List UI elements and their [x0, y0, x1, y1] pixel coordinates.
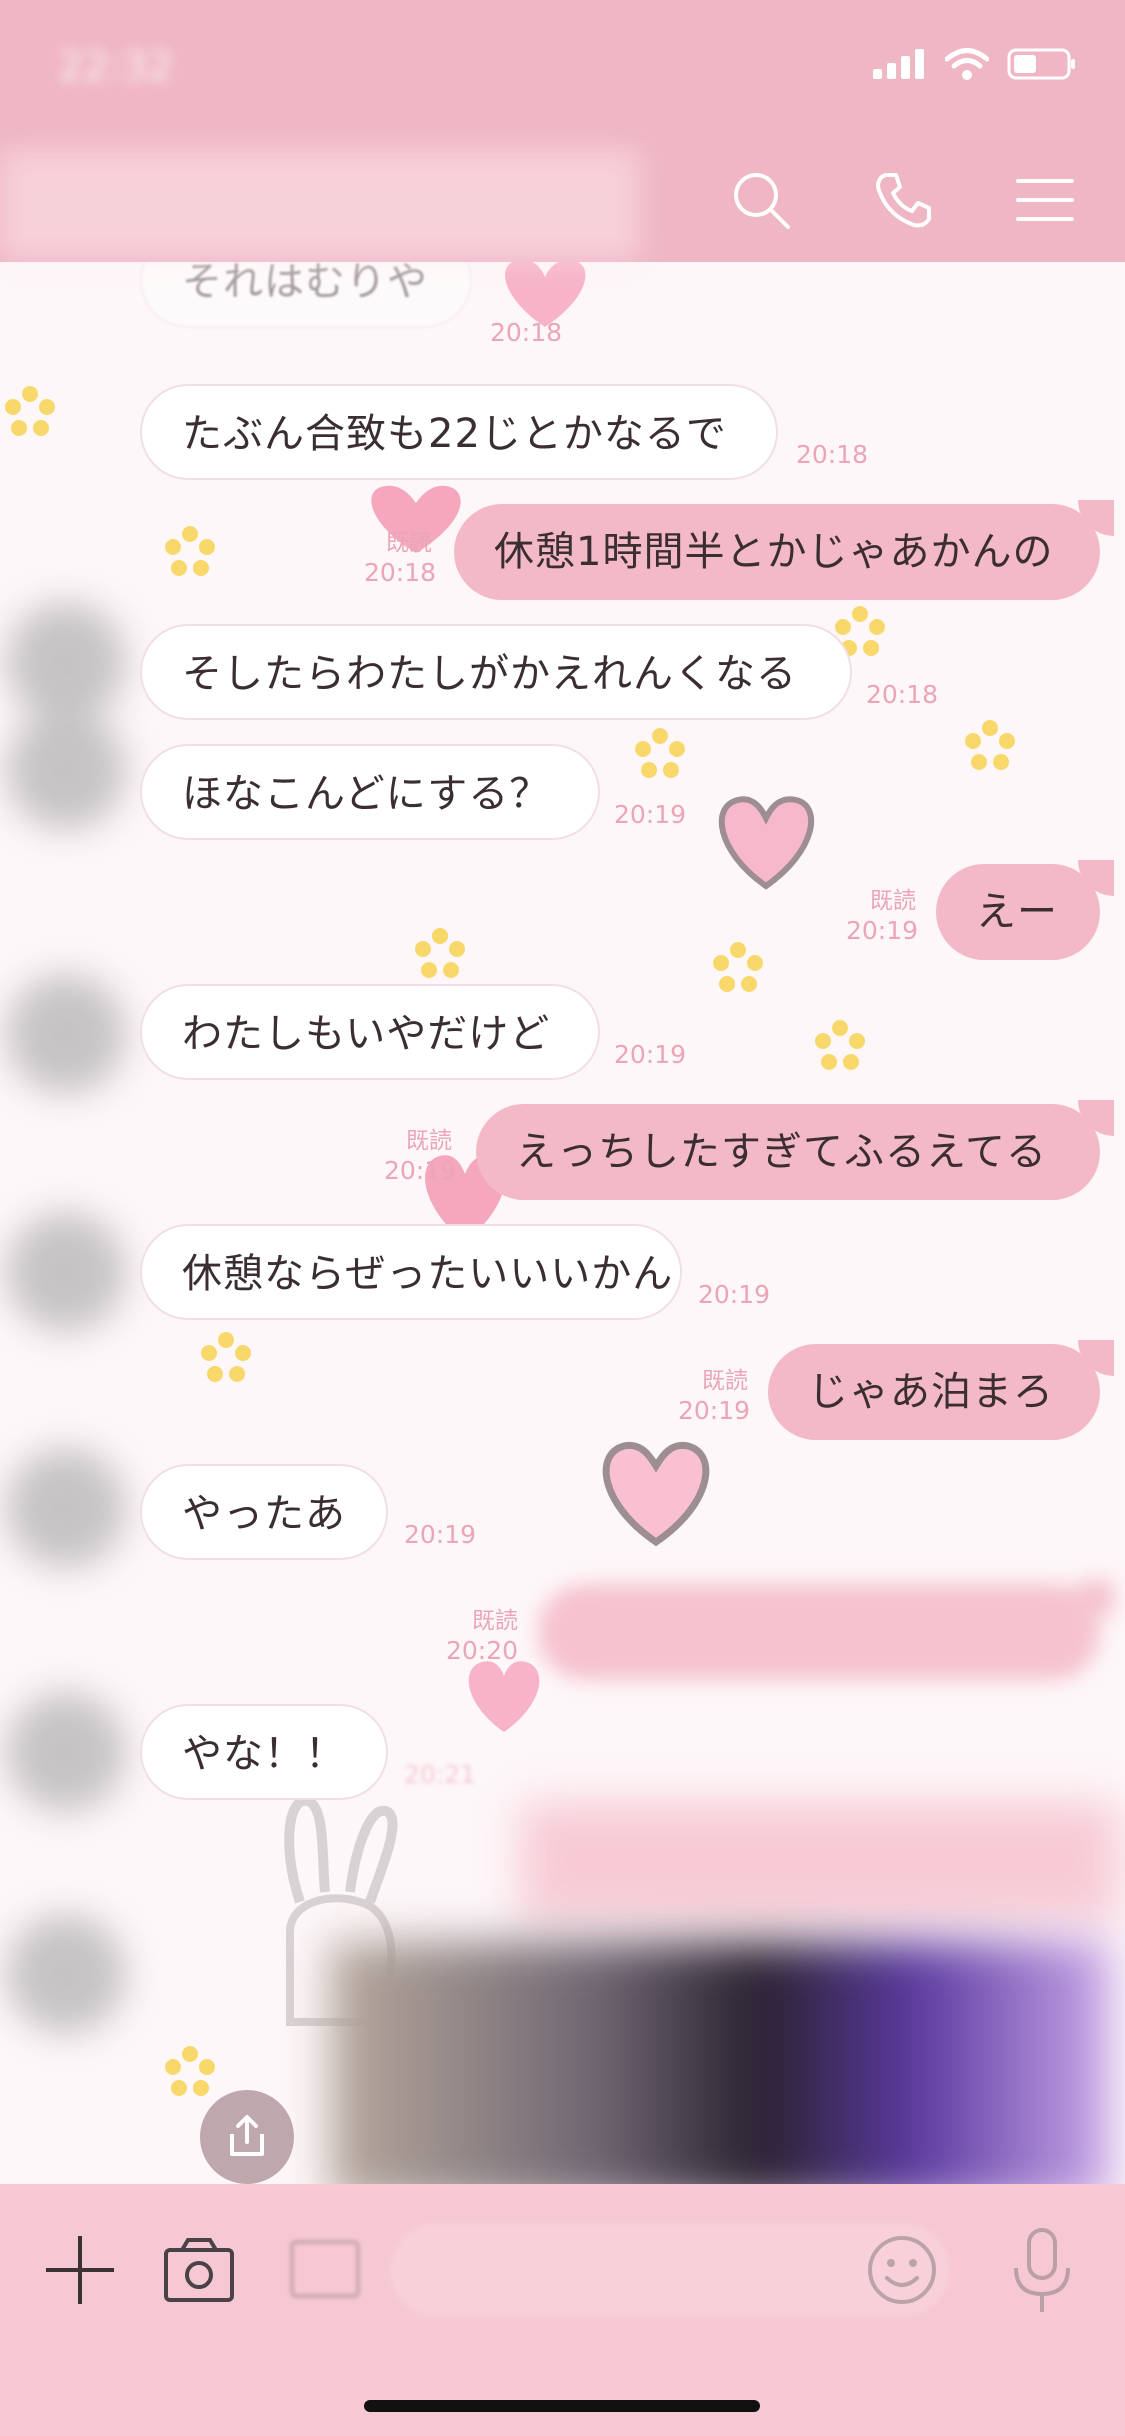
mic-button[interactable]	[1002, 2224, 1082, 2316]
message-time: 20:19	[614, 800, 687, 829]
menu-icon[interactable]	[1005, 160, 1085, 240]
message-time: 20:19	[384, 1156, 457, 1185]
home-indicator[interactable]	[364, 2400, 760, 2412]
heart-decoration-icon	[718, 796, 814, 890]
read-receipt: 既読	[702, 1368, 748, 1394]
avatar[interactable]	[6, 974, 126, 1094]
message-time: 20:18	[866, 680, 939, 709]
plus-icon	[46, 2236, 114, 2304]
message-time: 20:18	[490, 318, 563, 347]
line-chat-screen: 22:32 それはむりや 20:18 たぶん合致も22じとかなるで 20:18 …	[0, 0, 1125, 2436]
blurred-photo-preview[interactable]	[330, 1942, 1110, 2184]
avatar[interactable]	[6, 1914, 126, 2034]
message-bubble-incoming[interactable]: ほなこんどにする？	[140, 744, 600, 840]
status-time: 22:32	[58, 44, 174, 90]
avatar[interactable]	[6, 1212, 126, 1332]
message-bubble-outgoing[interactable]	[538, 1580, 1114, 1680]
search-icon[interactable]	[721, 160, 801, 240]
plus-button[interactable]	[40, 2230, 120, 2310]
phone-icon[interactable]	[863, 160, 943, 240]
message-time: 20:19	[614, 1040, 687, 1069]
flower-decoration-icon	[635, 728, 685, 778]
avatar[interactable]	[6, 1448, 126, 1568]
blurred-sticker	[520, 1802, 1120, 1922]
message-bubble-incoming[interactable]: 休憩ならぜったいいいかん	[140, 1224, 682, 1320]
image-button[interactable]	[286, 2232, 366, 2308]
read-receipt: 既読	[386, 530, 432, 556]
flower-decoration-icon	[965, 720, 1015, 770]
message-time: 20:19	[846, 916, 919, 945]
camera-icon	[164, 2238, 234, 2302]
share-icon	[230, 2115, 264, 2156]
read-receipt: 既読	[472, 1608, 518, 1634]
signal-icon	[873, 49, 924, 79]
status-icons	[873, 48, 1077, 80]
message-list[interactable]: それはむりや 20:18 たぶん合致も22じとかなるで 20:18 既読 20:…	[0, 262, 1125, 2184]
message-bubble-outgoing[interactable]: えっちしたすぎてふるえてる	[476, 1100, 1114, 1200]
image-icon	[290, 2240, 360, 2298]
flower-decoration-icon	[165, 526, 215, 576]
message-time: 20:19	[678, 1396, 751, 1425]
flower-decoration-icon	[415, 928, 465, 978]
read-receipt: 既読	[406, 1128, 452, 1154]
message-time: 20:18	[796, 440, 869, 469]
message-time: 20:18	[364, 558, 437, 587]
flower-decoration-icon	[165, 2046, 215, 2096]
message-bubble-outgoing[interactable]: えー	[936, 860, 1114, 960]
share-button[interactable]	[200, 2090, 294, 2184]
message-bubble-incoming[interactable]: わたしもいやだけど	[140, 984, 600, 1080]
message-bubble-incoming[interactable]: そしたらわたしがかえれんくなる	[140, 624, 852, 720]
avatar[interactable]	[6, 602, 126, 722]
avatar[interactable]	[6, 710, 126, 830]
read-receipt: 既読	[870, 888, 916, 914]
wifi-icon	[945, 48, 989, 80]
heart-decoration-icon	[602, 1441, 710, 1547]
message-bubble-incoming[interactable]: やな！！	[140, 1704, 388, 1800]
message-time: 20:20	[446, 1636, 519, 1665]
input-toolbar	[0, 2184, 1125, 2436]
message-bubble-incoming[interactable]: やったあ	[140, 1464, 388, 1560]
emoji-icon	[868, 2236, 936, 2304]
message-time: 20:19	[698, 1280, 771, 1309]
message-time: 20:21	[404, 1760, 477, 1789]
mic-icon	[1014, 2228, 1070, 2312]
message-bubble-incoming[interactable]: それはむりや	[140, 262, 472, 328]
message-bubble-incoming[interactable]: たぶん合致も22じとかなるで	[140, 384, 778, 480]
chat-header: 22:32	[0, 0, 1125, 262]
chat-title-blurred	[0, 150, 640, 260]
avatar[interactable]	[6, 1692, 126, 1812]
emoji-button[interactable]	[862, 2230, 942, 2310]
flower-decoration-icon	[201, 1332, 251, 1382]
header-actions	[721, 160, 1085, 240]
flower-decoration-icon	[713, 942, 763, 992]
flower-decoration-icon	[5, 386, 55, 436]
message-bubble-outgoing[interactable]: じゃあ泊まろ	[768, 1340, 1114, 1440]
camera-button[interactable]	[160, 2230, 240, 2310]
message-time: 20:19	[404, 1520, 477, 1549]
message-bubble-outgoing[interactable]: 休憩1時間半とかじゃあかんの	[454, 500, 1114, 600]
flower-decoration-icon	[815, 1020, 865, 1070]
battery-icon	[1007, 48, 1075, 80]
